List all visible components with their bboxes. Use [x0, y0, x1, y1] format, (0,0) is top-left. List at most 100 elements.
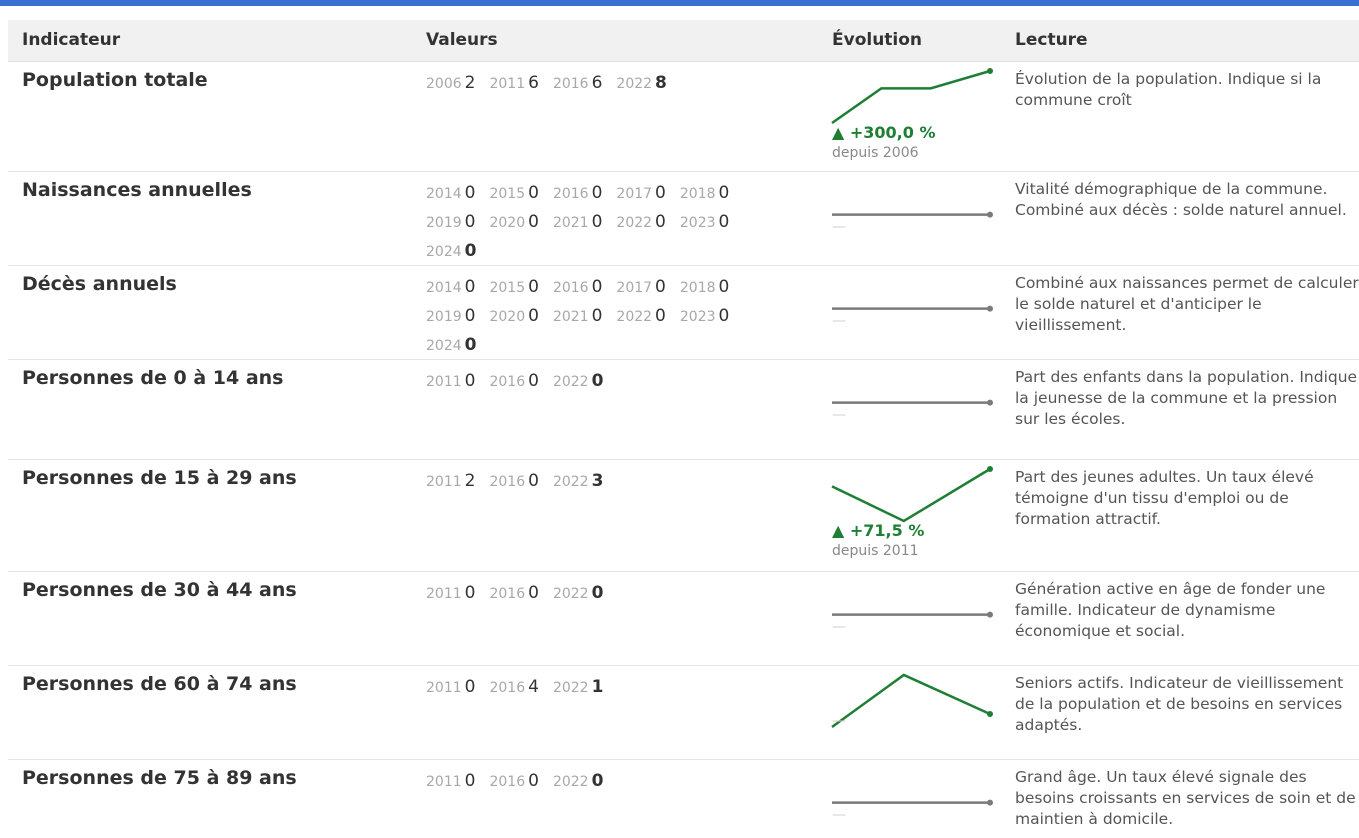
sparkline [831, 673, 993, 729]
value-number: 2 [464, 471, 476, 491]
evolution-cell: — [830, 759, 1000, 838]
value-item: 2022 0 [553, 579, 603, 608]
value-number: 0 [464, 183, 476, 203]
value-item: 2015 0 [489, 179, 538, 208]
value-item: 2011 0 [426, 367, 475, 396]
sparkline-path [831, 467, 991, 523]
value-item: 2011 0 [426, 579, 475, 608]
header-reading: Lecture [1015, 30, 1088, 50]
value-number: 3 [591, 471, 604, 491]
value-year: 2016 [552, 186, 589, 202]
value-year: 2015 [489, 186, 526, 202]
value-item: 2022 0 [616, 208, 665, 237]
value-number: 0 [464, 335, 477, 355]
table-row: Naissances annuelles 2014 0 2015 0 2016 0 2017 0… [8, 171, 1359, 266]
value-item: 2019 0 [426, 208, 475, 237]
value-year: 2020 [489, 215, 526, 231]
values-list: 2011 0 2016 0 2022 0 [426, 579, 796, 608]
value-number: 0 [718, 277, 730, 297]
value-year: 2022 [552, 774, 589, 790]
value-year: 2016 [489, 680, 526, 696]
indicator-name: Décès annuels [22, 273, 177, 295]
value-number: 0 [718, 183, 730, 203]
values-list: 2014 0 2015 0 2016 0 2017 0 2018 02019 0 2020 0 2021 0… [426, 179, 796, 266]
delta-since: depuis 2011 [832, 543, 919, 559]
value-year: 2021 [552, 309, 589, 325]
table-row: Personnes de 0 à 14 ans 2011 0 2016 0 2022 0— P… [8, 359, 1359, 460]
evolution-cell: — [830, 665, 1000, 759]
no-change-dash: — [832, 619, 846, 635]
value-item: 2011 0 [426, 673, 475, 702]
value-number: 0 [591, 277, 603, 297]
no-change-dash: — [832, 407, 846, 423]
no-change-dash: — [832, 219, 846, 235]
sparkline-path [831, 69, 991, 125]
value-number: 6 [591, 73, 603, 93]
header-indicator: Indicateur [22, 30, 121, 50]
sparkline-path [831, 673, 991, 729]
evolution-cell: — [830, 571, 1000, 665]
value-number: 0 [528, 212, 539, 232]
value-item: 2020 0 [489, 208, 538, 237]
value-year: 2011 [426, 474, 462, 490]
sparkline-last-point [987, 799, 993, 806]
value-year: 2011 [426, 680, 462, 696]
value-year: 2011 [426, 586, 462, 602]
evolution-cell: ▲ +300,0 % depuis 2006 [830, 61, 1000, 171]
header-values: Valeurs [426, 30, 498, 50]
delta-percent: ▲ +71,5 % [832, 521, 925, 540]
value-item: 2016 0 [553, 273, 602, 302]
value-item: 2016 6 [553, 69, 602, 98]
evolution-cell: ▲ +71,5 % depuis 2011 [830, 459, 1000, 571]
values-list: 2011 2 2016 0 2022 3 [426, 467, 796, 496]
sparkline [831, 68, 993, 125]
value-year: 2020 [489, 309, 526, 325]
no-change-dash: — [832, 313, 846, 329]
value-item: 2024 0 [426, 331, 476, 360]
sparkline [832, 611, 993, 618]
table-row: Décès annuels 2014 0 2015 0 2016 0 2017 0 2018 020… [8, 265, 1359, 360]
indicator-name: Naissances annuelles [22, 179, 252, 201]
value-number: 0 [464, 212, 476, 232]
reading-text: Combiné aux naissances permet de calcule… [1015, 274, 1359, 334]
value-number: 0 [528, 306, 539, 326]
value-item: 2022 0 [553, 367, 603, 396]
value-number: 0 [528, 771, 539, 791]
value-item: 2022 0 [616, 302, 665, 331]
value-number: 0 [464, 677, 476, 697]
value-item: 2014 0 [426, 179, 475, 208]
value-year: 2022 [616, 76, 653, 92]
value-year: 2016 [552, 76, 589, 92]
value-year: 2016 [489, 586, 526, 602]
value-number: 4 [528, 677, 539, 697]
value-number: 0 [528, 371, 539, 391]
value-item: 2011 6 [489, 69, 538, 98]
value-year: 2022 [616, 309, 653, 325]
value-year: 2011 [489, 76, 526, 92]
value-item: 2016 0 [489, 579, 538, 608]
value-item: 2017 0 [616, 179, 665, 208]
value-year: 2024 [426, 244, 462, 260]
indicator-name: Personnes de 30 à 44 ans [22, 579, 297, 601]
reading-text: Part des jeunes adultes. Un taux élevé t… [1015, 468, 1314, 528]
value-year: 2022 [552, 374, 589, 390]
value-number: 1 [591, 677, 604, 697]
value-number: 0 [464, 771, 476, 791]
reading-text: Part des enfants dans la population. Ind… [1015, 368, 1358, 428]
sparkline [831, 466, 993, 523]
values-list: 2006 2 2011 6 2016 6 2022 8 [426, 69, 796, 98]
sparkline-last-point [987, 399, 993, 406]
reading-text: Grand âge. Un taux élevé signale des bes… [1015, 768, 1356, 828]
top-accent-bar [0, 0, 1359, 6]
no-change-dash: — [832, 807, 846, 823]
value-number: 0 [464, 277, 476, 297]
value-item: 2016 4 [489, 673, 538, 702]
value-item: 2006 2 [426, 69, 475, 98]
sparkline-last-point [987, 611, 993, 618]
value-number: 0 [591, 306, 603, 326]
value-item: 2022 8 [616, 69, 666, 98]
value-number: 0 [528, 183, 539, 203]
value-year: 2022 [616, 215, 653, 231]
value-year: 2022 [552, 474, 589, 490]
reading-text: Seniors actifs. Indicateur de vieillisse… [1015, 674, 1344, 734]
